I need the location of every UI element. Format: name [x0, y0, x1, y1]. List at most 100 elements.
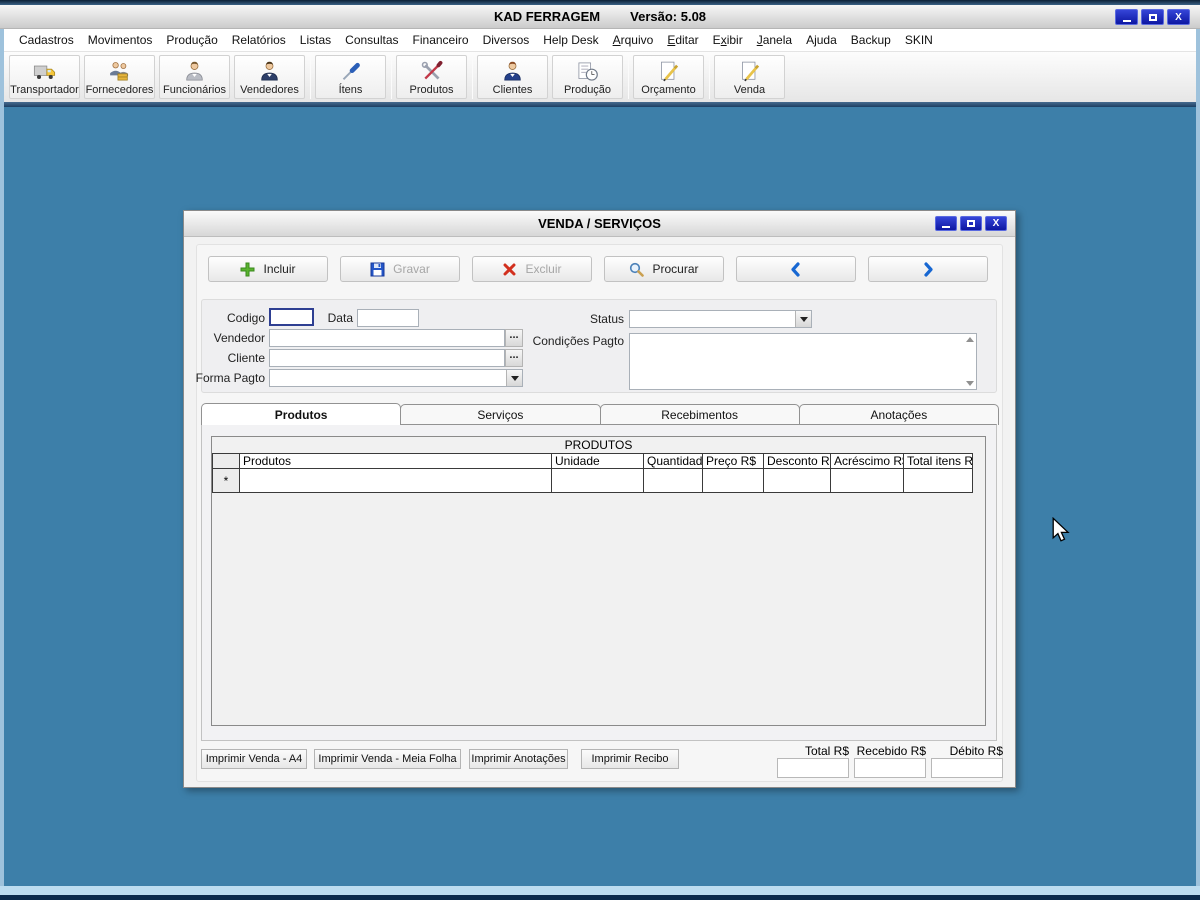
toolbar-button-fornecedores[interactable]: Fornecedores — [84, 55, 155, 99]
dialog-minimize-button[interactable] — [935, 216, 957, 231]
textarea-scrollbar — [963, 334, 976, 389]
vendedor-browse-button[interactable]: ... — [505, 329, 523, 347]
grid-cell-quantidade[interactable] — [643, 468, 703, 493]
toolbar-button-itens[interactable]: Ítens — [315, 55, 386, 99]
scroll-up-arrow-icon[interactable] — [965, 337, 974, 342]
menu-item-exibir[interactable]: Exibir — [706, 30, 750, 50]
forma-pagto-dropdown-arrow[interactable] — [506, 370, 522, 386]
toolbar-button-vendedores[interactable]: Vendedores — [234, 55, 305, 99]
sale-form: Codigo Data Vendedor ... Cliente ... For… — [196, 299, 997, 393]
minimize-button[interactable] — [1115, 9, 1138, 25]
toolbar-button-funcionarios[interactable]: Funcionários — [159, 55, 230, 99]
menu-item-listas[interactable]: Listas — [293, 30, 338, 50]
data-input[interactable] — [357, 309, 419, 327]
status-select[interactable] — [629, 310, 812, 328]
codigo-input[interactable] — [269, 308, 314, 326]
cliente-input[interactable] — [269, 349, 505, 367]
condicoes-pagto-text[interactable] — [630, 334, 962, 389]
dialog-title: VENDA / SERVIÇOS — [538, 216, 661, 231]
toolbar-label: Orçamento — [641, 84, 696, 96]
imprimir-anotacoes-button[interactable]: Imprimir Anotações — [469, 749, 568, 769]
grid-cell-unidade[interactable] — [551, 468, 644, 493]
grid-cell-produtos[interactable] — [239, 468, 552, 493]
menu-item-ajuda[interactable]: Ajuda — [799, 30, 844, 50]
window-controls: X — [1115, 9, 1190, 25]
grid-cell-preco[interactable] — [702, 468, 764, 493]
imprimir-recibo-button[interactable]: Imprimir Recibo — [581, 749, 679, 769]
truck-icon — [33, 65, 56, 79]
procurar-button[interactable]: Procurar — [604, 256, 724, 282]
toolbar-label: Produtos — [409, 84, 454, 96]
menu-item-relatorios[interactable]: Relatórios — [225, 30, 293, 50]
menu-item-financeiro[interactable]: Financeiro — [406, 30, 476, 50]
toolbar-button-venda[interactable]: Venda — [714, 55, 785, 99]
dialog-maximize-button[interactable] — [960, 216, 982, 231]
grid-header-preco: Preço R$ — [702, 453, 764, 469]
toolbar-button-producao[interactable]: Produção — [552, 55, 623, 99]
menu-item-backup[interactable]: Backup — [844, 30, 898, 50]
debito-input[interactable] — [931, 758, 1003, 778]
production-icon — [578, 62, 598, 81]
toolbar-label: Transportador — [10, 84, 79, 96]
cliente-label: Cliente — [227, 351, 265, 365]
menu-item-movimentos[interactable]: Movimentos — [81, 30, 160, 50]
grid-new-row: * — [212, 468, 973, 493]
grid-header-desconto: Desconto R$ — [763, 453, 831, 469]
total-input[interactable] — [777, 758, 849, 778]
tab-recebimentos[interactable]: Recebimentos — [599, 404, 800, 425]
cliente-browse-button[interactable]: ... — [505, 349, 523, 367]
recebido-input[interactable] — [854, 758, 926, 778]
menu-item-cadastros[interactable]: Cadastros — [12, 30, 81, 50]
imprimir-venda-a4-button[interactable]: Imprimir Venda - A4 — [201, 749, 307, 769]
window-frame-bottom-dark — [0, 895, 1200, 900]
menu-item-editar[interactable]: Editar — [660, 30, 705, 50]
window-frame-bottom-light — [0, 886, 1200, 895]
imprimir-venda-meia-folha-button[interactable]: Imprimir Venda - Meia Folha — [314, 749, 461, 769]
tab-servicos[interactable]: Serviços — [400, 404, 601, 425]
toolbar-button-transportador[interactable]: Transportador — [9, 55, 80, 99]
desktop: KAD FERRAGEM Versão: 5.08 X Cadastros Mo… — [0, 0, 1200, 900]
menu-item-producao[interactable]: Produção — [159, 30, 224, 50]
grid-cell-total-itens[interactable] — [903, 468, 973, 493]
procurar-label: Procurar — [652, 262, 699, 276]
chevron-down-icon — [799, 316, 808, 322]
menu-item-diversos[interactable]: Diversos — [476, 30, 537, 50]
vendedor-input[interactable] — [269, 329, 505, 347]
debito-label: Débito R$ — [949, 744, 1003, 758]
status-dropdown-arrow[interactable] — [795, 311, 811, 327]
toolbar-button-clientes[interactable]: Clientes — [477, 55, 548, 99]
codigo-label: Codigo — [226, 311, 265, 325]
grid-cell-desconto[interactable] — [763, 468, 831, 493]
products-grid: PRODUTOS Produtos Unidade Quantidade Pre… — [211, 436, 986, 726]
menu-item-skin[interactable]: SKIN — [898, 30, 940, 50]
toolbar-button-produtos[interactable]: Produtos — [396, 55, 467, 99]
toolbar-separator — [628, 55, 629, 99]
grid-cell-acrescimo[interactable] — [830, 468, 904, 493]
dialog-close-button[interactable]: X — [985, 216, 1007, 231]
search-icon — [630, 262, 645, 277]
gravar-button[interactable]: Gravar — [340, 256, 460, 282]
menu-item-janela[interactable]: Janela — [750, 30, 799, 50]
toolbar-separator — [472, 55, 473, 99]
menu-item-consultas[interactable]: Consultas — [338, 30, 405, 50]
delete-icon — [503, 263, 516, 275]
tab-produtos[interactable]: Produtos — [201, 403, 402, 425]
close-button[interactable]: X — [1167, 9, 1190, 25]
forma-pagto-select[interactable] — [269, 369, 523, 387]
grid-header-quantidade: Quantidade — [643, 453, 703, 469]
scroll-down-arrow-icon[interactable] — [965, 381, 974, 386]
grid-header-unidade: Unidade — [551, 453, 644, 469]
forma-pagto-label: Forma Pagto — [195, 371, 265, 385]
incluir-button[interactable]: Incluir — [208, 256, 328, 282]
dialog-window-controls: X — [935, 216, 1007, 231]
next-record-button[interactable] — [868, 256, 988, 282]
condicoes-pagto-textarea[interactable] — [629, 333, 977, 390]
excluir-button[interactable]: Excluir — [472, 256, 592, 282]
menu-item-arquivo[interactable]: Arquivo — [606, 30, 661, 50]
employee-icon — [186, 61, 203, 81]
previous-record-button[interactable] — [736, 256, 856, 282]
toolbar-button-orcamento[interactable]: Orçamento — [633, 55, 704, 99]
tab-anotacoes[interactable]: Anotações — [798, 404, 999, 425]
menu-item-helpdesk[interactable]: Help Desk — [536, 30, 605, 50]
maximize-button[interactable] — [1141, 9, 1164, 25]
